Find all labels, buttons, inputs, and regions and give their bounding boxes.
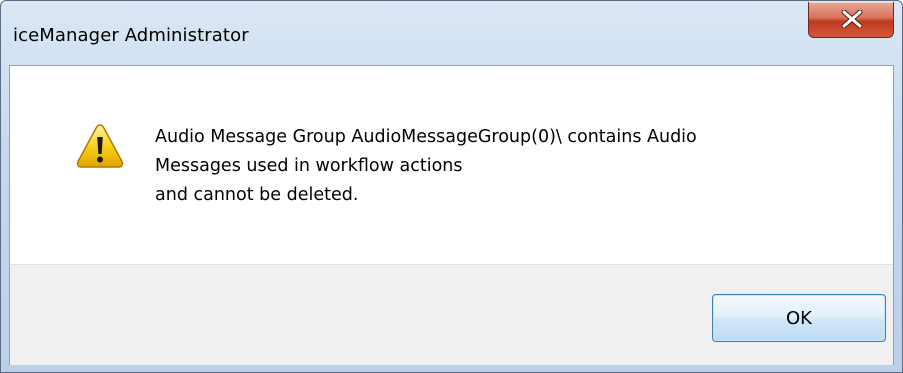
dialog-client-area: Audio Message Group AudioMessageGroup(0)… <box>9 65 894 365</box>
button-bar: OK <box>10 264 893 365</box>
window-title: iceManager Administrator <box>13 25 249 46</box>
title-bar[interactable]: iceManager Administrator <box>1 1 902 65</box>
message-area: Audio Message Group AudioMessageGroup(0)… <box>10 66 893 264</box>
close-x-icon <box>841 10 863 28</box>
ok-button[interactable]: OK <box>712 294 886 342</box>
warning-icon <box>76 124 124 168</box>
dialog-window: iceManager Administrator Audio Message G… <box>0 0 903 373</box>
close-button[interactable] <box>808 2 894 38</box>
message-line: Audio Message Group AudioMessageGroup(0)… <box>155 127 697 147</box>
message-line: and cannot be deleted. <box>155 185 359 205</box>
message-line: Messages used in workflow actions <box>155 156 463 176</box>
dialog-message: Audio Message Group AudioMessageGroup(0)… <box>155 123 855 210</box>
